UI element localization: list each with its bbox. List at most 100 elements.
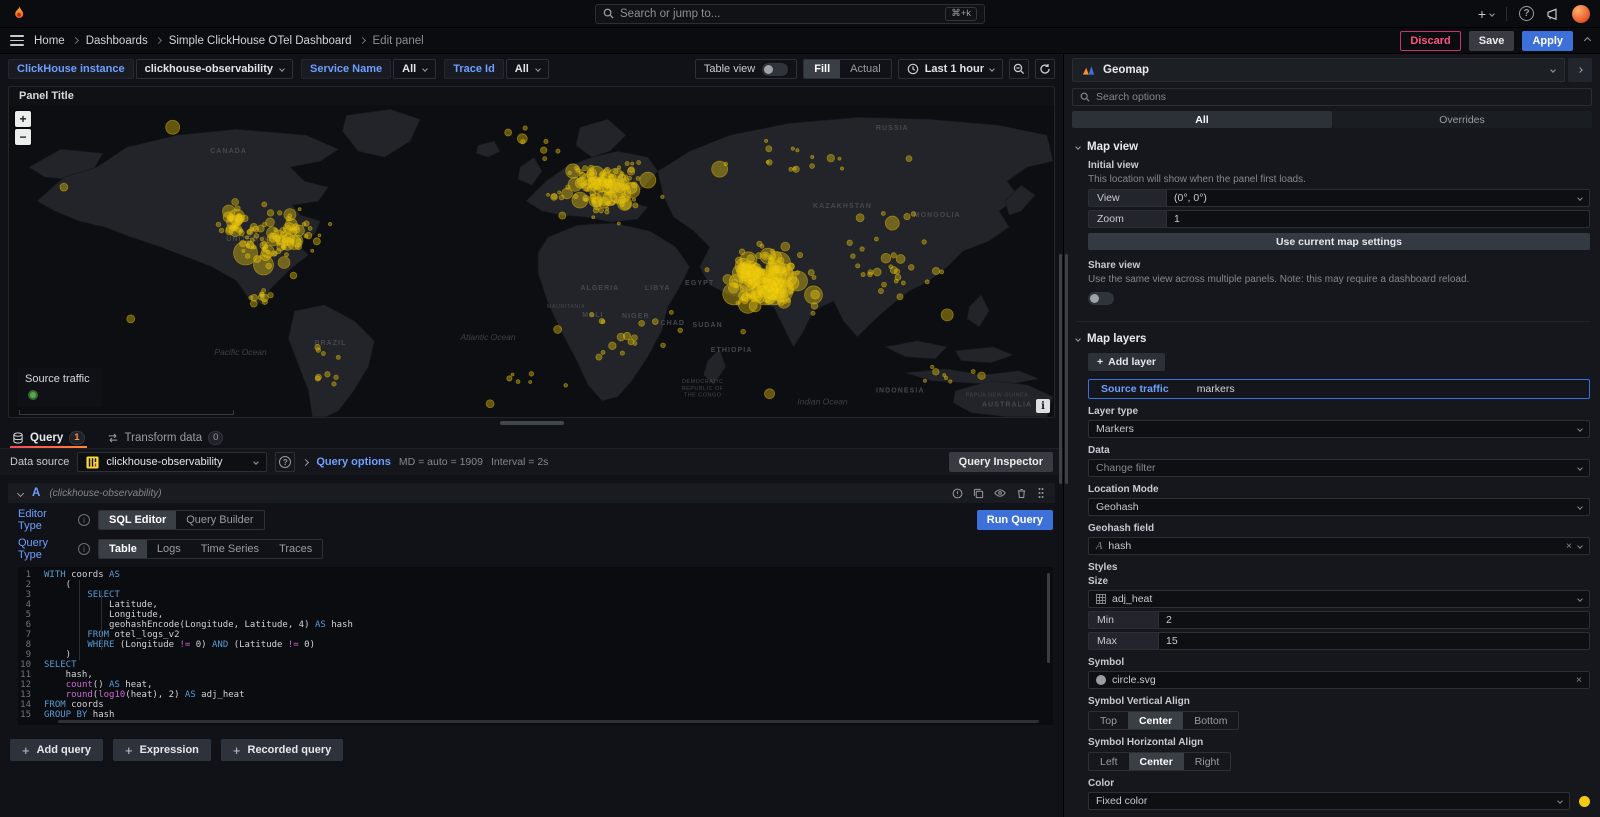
- color-select[interactable]: Fixed color: [1088, 792, 1570, 810]
- svg-text:THE CONGO: THE CONGO: [684, 393, 722, 399]
- variable-value-dropdown[interactable]: clickhouse-observability: [136, 59, 293, 79]
- discard-button[interactable]: Discard: [1400, 31, 1460, 51]
- chevron-down-icon[interactable]: [17, 489, 24, 496]
- color-swatch[interactable]: [1579, 796, 1590, 807]
- map-view-header[interactable]: Map view: [1076, 141, 1590, 153]
- tab-transform-data[interactable]: Transform data 0: [105, 427, 226, 448]
- collapse-header-icon[interactable]: [1584, 37, 1591, 44]
- layer-type-select[interactable]: Markers: [1088, 420, 1590, 438]
- right-option[interactable]: Right: [1184, 753, 1231, 770]
- logs-option[interactable]: Logs: [147, 540, 191, 558]
- add-query-button[interactable]: +Add query: [10, 739, 103, 761]
- options-scrollbar[interactable]: [1065, 254, 1068, 484]
- options-search-input[interactable]: [1096, 91, 1584, 103]
- query-inspector-button[interactable]: Query Inspector: [949, 452, 1053, 472]
- sql-line: 1WITH coords AS: [18, 570, 1053, 580]
- map-attribution-button[interactable]: i: [1036, 399, 1050, 413]
- time-range-picker[interactable]: Last 1 hour: [898, 59, 1003, 79]
- layer-item[interactable]: Source traffic markers: [1088, 379, 1590, 399]
- save-button[interactable]: Save: [1469, 31, 1515, 51]
- bottom-option[interactable]: Bottom: [1183, 712, 1238, 729]
- visualization-picker[interactable]: Geomap: [1072, 58, 1565, 82]
- center-option[interactable]: Center: [1129, 753, 1184, 770]
- transform-count-badge: 0: [208, 431, 223, 445]
- expression-button[interactable]: +Expression: [113, 739, 211, 761]
- plus-icon: +: [1097, 356, 1103, 368]
- map-layers-header[interactable]: Map layers: [1076, 333, 1590, 345]
- tab-all[interactable]: All: [1072, 111, 1332, 128]
- tab-overrides[interactable]: Overrides: [1332, 111, 1592, 128]
- sql-editor-option[interactable]: SQL Editor: [99, 511, 176, 529]
- tab-query[interactable]: Query 1: [10, 427, 87, 448]
- fill-option[interactable]: Fill: [804, 60, 840, 78]
- grafana-logo[interactable]: [10, 5, 28, 23]
- info-icon: i: [78, 514, 90, 526]
- breadcrumb-dashboard-name[interactable]: Simple ClickHouse OTel Dashboard: [169, 35, 352, 47]
- layer-name[interactable]: Source traffic: [1101, 383, 1169, 395]
- map-zoom-in-button[interactable]: +: [15, 111, 31, 127]
- top-option[interactable]: Top: [1089, 712, 1128, 729]
- share-view-toggle[interactable]: [1088, 292, 1114, 305]
- clear-icon[interactable]: ×: [1566, 540, 1572, 552]
- time-series-option[interactable]: Time Series: [191, 540, 269, 558]
- left-option[interactable]: Left: [1089, 753, 1129, 770]
- zoom-input[interactable]: [1166, 210, 1590, 228]
- news-icon[interactable]: [1546, 7, 1560, 21]
- min-input[interactable]: [1158, 611, 1590, 629]
- sql-line: 12 count() AS heat,: [18, 680, 1053, 690]
- run-query-button[interactable]: Run Query: [977, 510, 1053, 530]
- geomap-canvas[interactable]: RUSSIACANADAUNITED STATESKAZAKHSTANMONGO…: [9, 105, 1054, 417]
- drag-handle-icon[interactable]: [1037, 487, 1045, 499]
- variable-value-dropdown[interactable]: All: [506, 59, 549, 79]
- add-layer-button[interactable]: +Add layer: [1088, 353, 1165, 371]
- sql-editor[interactable]: 1WITH coords AS2 (3 SELECT4 Latitude,5 L…: [18, 567, 1053, 725]
- query-options-toggle[interactable]: Query options: [316, 456, 391, 468]
- global-search-input[interactable]: [620, 8, 939, 20]
- help-icon[interactable]: ?: [1519, 6, 1534, 21]
- zoom-out-time-button[interactable]: [1009, 59, 1029, 79]
- panel-title[interactable]: Panel Title: [9, 87, 1054, 105]
- traces-option[interactable]: Traces: [269, 540, 322, 558]
- svg-text:AUSTRALIA: AUSTRALIA: [982, 402, 1032, 409]
- add-menu-button[interactable]: +: [1478, 6, 1494, 22]
- view-select[interactable]: (0°, 0°): [1166, 189, 1590, 207]
- location-mode-select[interactable]: Geohash: [1088, 498, 1590, 516]
- map-zoom-out-button[interactable]: −: [15, 129, 31, 145]
- size-field-select[interactable]: adj_heat: [1088, 590, 1590, 608]
- center-option[interactable]: Center: [1128, 712, 1183, 729]
- symbol-select[interactable]: circle.svg ×: [1088, 671, 1590, 689]
- max-input[interactable]: [1158, 632, 1590, 650]
- breadcrumb-home[interactable]: Home: [34, 35, 65, 47]
- actual-option[interactable]: Actual: [840, 60, 891, 78]
- refresh-button[interactable]: [1035, 59, 1055, 79]
- query-a-header[interactable]: A (clickhouse-observability): [8, 483, 1055, 503]
- clear-icon[interactable]: ×: [1576, 674, 1582, 686]
- symbol-label: Symbol: [1088, 657, 1590, 668]
- splitter-scrollbar[interactable]: [1059, 254, 1062, 484]
- hide-query-icon[interactable]: [994, 487, 1006, 499]
- editor-scrollbar-vertical[interactable]: [1047, 573, 1050, 663]
- legend-title: Source traffic: [25, 373, 90, 385]
- user-avatar[interactable]: [1572, 5, 1590, 23]
- variable-value-dropdown[interactable]: All: [393, 59, 436, 79]
- delete-query-icon[interactable]: [1016, 488, 1027, 499]
- global-search[interactable]: ⌘+k: [595, 4, 985, 24]
- editor-scrollbar-horizontal[interactable]: [58, 720, 1039, 723]
- data-select[interactable]: Change filter: [1088, 459, 1590, 477]
- panel-resize-handle[interactable]: [0, 418, 1063, 427]
- table-option[interactable]: Table: [99, 540, 147, 558]
- options-search[interactable]: [1072, 88, 1592, 106]
- table-view-toggle[interactable]: [762, 63, 788, 76]
- sql-line: 6 geohashEncode(Longitude, Latitude, 4) …: [18, 620, 1053, 630]
- query-builder-option[interactable]: Query Builder: [176, 511, 263, 529]
- collapse-options-button[interactable]: [1568, 58, 1592, 82]
- apply-button[interactable]: Apply: [1522, 31, 1573, 51]
- use-current-map-settings-button[interactable]: Use current map settings: [1088, 233, 1590, 250]
- geohash-field-select[interactable]: A hash ×: [1088, 537, 1590, 555]
- recorded-query-button[interactable]: +Recorded query: [221, 739, 343, 761]
- duplicate-query-icon[interactable]: [973, 488, 984, 499]
- datasource-picker[interactable]: clickhouse-observability: [77, 452, 267, 472]
- breadcrumb-dashboards[interactable]: Dashboards: [86, 35, 148, 47]
- datasource-help-button[interactable]: ?: [275, 452, 295, 472]
- menu-toggle-icon[interactable]: [10, 35, 24, 46]
